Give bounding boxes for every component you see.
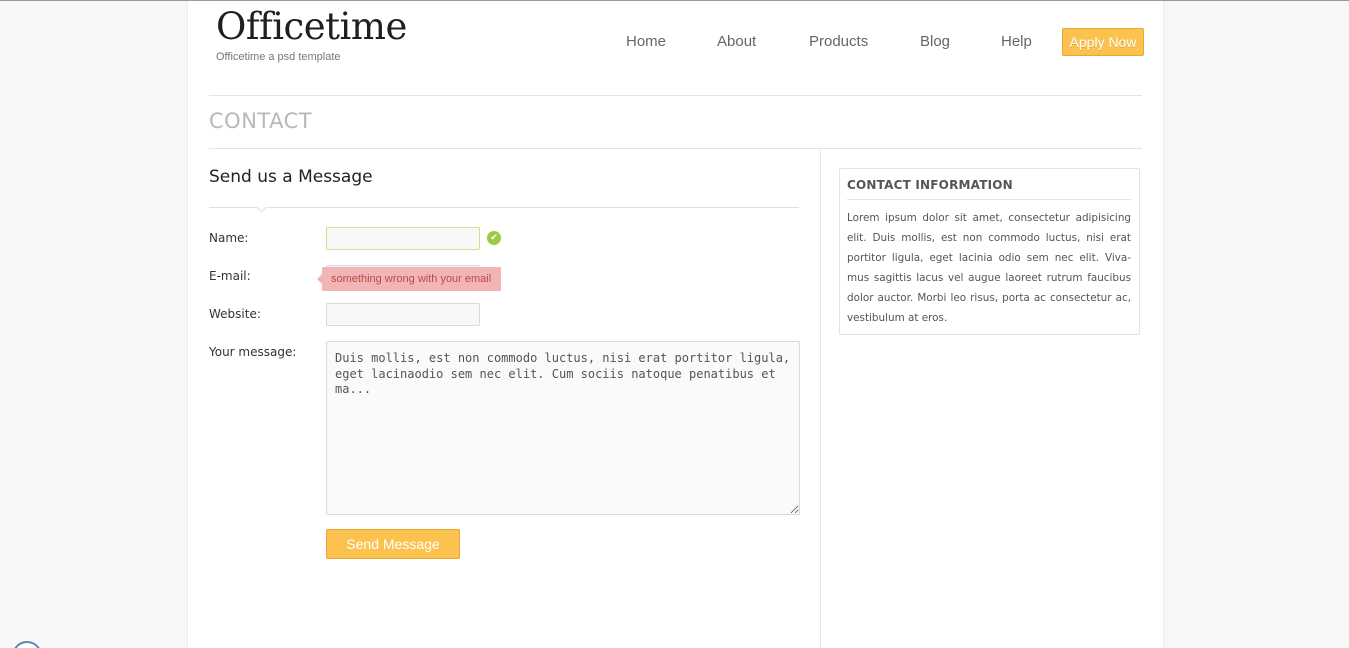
email-error-tooltip: something wrong with your email bbox=[317, 267, 501, 291]
website-label: Website: bbox=[209, 307, 261, 321]
form-title-notch bbox=[256, 202, 267, 213]
column-divider bbox=[820, 149, 821, 648]
header-divider bbox=[209, 95, 1142, 96]
website-input[interactable] bbox=[326, 303, 480, 326]
nav-item-help[interactable]: Help bbox=[1001, 33, 1032, 50]
apply-now-button[interactable]: Apply Now bbox=[1062, 28, 1144, 56]
message-label: Your message: bbox=[209, 345, 297, 359]
send-message-button[interactable]: Send Message bbox=[326, 529, 460, 559]
contact-info-rule bbox=[847, 199, 1131, 200]
contact-info-title: CONTACT INFORMATION bbox=[847, 178, 1013, 192]
nav-item-products[interactable]: Products bbox=[809, 33, 868, 50]
email-label: E-mail: bbox=[209, 269, 251, 283]
nav-item-home[interactable]: Home bbox=[626, 33, 666, 50]
nav-item-blog[interactable]: Blog bbox=[920, 33, 950, 50]
name-input[interactable] bbox=[326, 227, 480, 250]
nav-item-about[interactable]: About bbox=[717, 33, 756, 50]
name-label: Name: bbox=[209, 231, 249, 245]
contact-info-box: CONTACT INFORMATION Lorem ipsum dolor si… bbox=[839, 168, 1140, 335]
logo-subtitle: Officetime a psd template bbox=[216, 51, 341, 63]
check-circle-icon: ✔ bbox=[487, 231, 501, 245]
message-textarea[interactable]: Duis mollis, est non commodo luctus, nis… bbox=[326, 341, 800, 515]
form-title-rule bbox=[209, 207, 799, 208]
logo-title[interactable]: Officetime bbox=[216, 5, 407, 48]
contact-info-text: Lorem ipsum dolor sit amet, consectetur … bbox=[847, 212, 1131, 324]
form-title: Send us a Message bbox=[209, 167, 373, 187]
title-divider bbox=[209, 148, 1142, 149]
corner-badge-icon[interactable] bbox=[12, 641, 42, 648]
page-container: Officetime Officetime a psd template Hom… bbox=[187, 1, 1164, 648]
page-title: CONTACT bbox=[209, 109, 313, 133]
